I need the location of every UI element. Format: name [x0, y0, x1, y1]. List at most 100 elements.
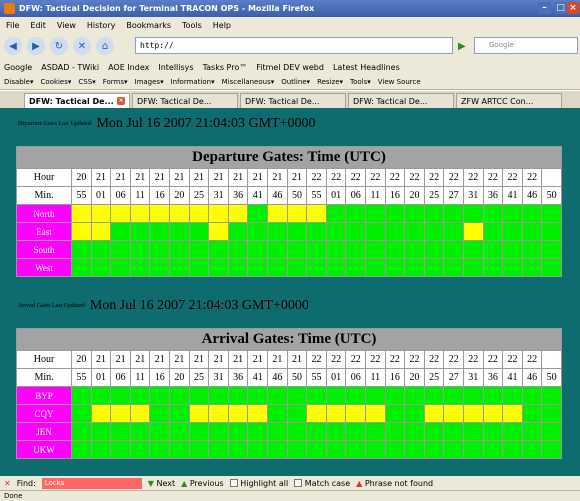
hour-cell: 21 — [267, 350, 288, 369]
menu-view[interactable]: View — [57, 21, 76, 30]
gate-status-open — [384, 204, 406, 223]
gate-status-restricted — [208, 404, 229, 423]
dev-information[interactable]: Information▾ — [171, 78, 215, 86]
minute-header: Min. — [15, 186, 73, 205]
bookmark-asdad[interactable]: ASDAD - TWiki — [41, 63, 99, 72]
gate-status-open — [71, 404, 92, 423]
gate-status-restricted — [129, 204, 151, 223]
find-input[interactable]: Locks — [41, 477, 142, 489]
dev-tools[interactable]: Tools▾ — [350, 78, 371, 86]
go-icon[interactable]: ▶ — [458, 41, 466, 52]
bookmark-fitmel[interactable]: Fitmel DEV webd — [256, 63, 324, 72]
hour-cell: 21 — [227, 168, 249, 187]
menu-edit[interactable]: Edit — [30, 21, 46, 30]
minute-cell: 36 — [227, 368, 249, 387]
home-button[interactable]: ⌂ — [96, 37, 114, 55]
tab-label: DFW: Tactical De... — [29, 96, 114, 106]
gate-status-open — [325, 240, 347, 259]
gate-status-open — [443, 222, 464, 241]
dev-disable[interactable]: Disable▾ — [4, 78, 33, 86]
highlight-all-button[interactable]: Highlight all — [229, 479, 288, 488]
url-field[interactable]: http:// — [135, 37, 453, 54]
bookmark-tasks-pro[interactable]: Tasks Pro™ — [203, 63, 248, 72]
gate-status-open — [325, 222, 347, 241]
gate-status-open — [482, 386, 504, 405]
gate-status-open — [129, 422, 151, 441]
find-previous-button[interactable]: ▲ Previous — [181, 479, 224, 488]
gate-status-open — [110, 258, 131, 277]
highlight-all-checkbox[interactable] — [229, 479, 238, 487]
gate-status-open — [365, 240, 386, 259]
gate-status-open — [188, 240, 210, 259]
hour-cell: 22 — [306, 168, 327, 187]
gate-status-open — [129, 258, 151, 277]
minute-cell: 11 — [365, 368, 386, 387]
minute-header: Min. — [15, 368, 73, 387]
minute-cell: 50 — [286, 186, 308, 205]
gate-status-restricted — [71, 204, 92, 223]
tab-2[interactable]: DFW: Tactical De... — [132, 93, 238, 108]
gate-status-open — [541, 404, 562, 423]
gate-status-open — [404, 258, 425, 277]
dev-cookies[interactable]: Cookies▾ — [40, 78, 71, 86]
maximize-button[interactable]: □ — [554, 2, 567, 14]
gate-status-open — [521, 404, 543, 423]
hour-cell: 22 — [502, 350, 523, 369]
gate-status-restricted — [267, 204, 288, 223]
gate-status-open — [404, 440, 425, 459]
dev-miscellaneous[interactable]: Miscellaneous▾ — [222, 78, 275, 86]
tab-3[interactable]: DFW: Tactical De... — [240, 93, 346, 108]
gate-status-open — [306, 240, 327, 259]
menu-tools[interactable]: Tools — [182, 21, 202, 30]
gate-status-open — [169, 222, 190, 241]
gate-status-open — [169, 386, 190, 405]
hour-cell: 21 — [149, 168, 171, 187]
menu-file[interactable]: File — [6, 21, 19, 30]
hour-cell: 22 — [521, 350, 543, 369]
reload-button[interactable]: ↻ — [50, 37, 68, 55]
close-button[interactable]: × — [567, 2, 579, 14]
gate-status-open — [365, 422, 386, 441]
gate-status-open — [71, 422, 92, 441]
minute-cell: 20 — [169, 368, 190, 387]
menu-bookmarks[interactable]: Bookmarks — [126, 21, 171, 30]
hour-cell: 21 — [169, 168, 190, 187]
stop-button[interactable]: ✕ — [73, 37, 91, 55]
forward-button[interactable]: ▶ — [27, 37, 45, 55]
minimize-button[interactable]: – — [538, 2, 551, 14]
dev-view-source[interactable]: View Source — [378, 78, 421, 86]
gate-status-open — [169, 240, 190, 259]
dev-resize[interactable]: Resize▾ — [317, 78, 343, 86]
dev-forms[interactable]: Forms▾ — [103, 78, 128, 86]
dev-outline[interactable]: Outline▾ — [281, 78, 310, 86]
hour-cell: 21 — [247, 350, 269, 369]
bookmark-intellisys[interactable]: Intellisys — [158, 63, 193, 72]
gate-status-open — [208, 258, 229, 277]
gate-status-open — [541, 422, 562, 441]
tab-1[interactable]: DFW: Tactical De... × — [24, 93, 130, 108]
search-input[interactable]: Google — [474, 37, 578, 54]
bookmark-aoe-index[interactable]: AOE Index — [108, 63, 149, 72]
tab-4[interactable]: DFW: Tactical De... — [348, 93, 454, 108]
bookmark-google[interactable]: Google — [4, 63, 32, 72]
bookmark-latest-headlines[interactable]: Latest Headlines — [333, 63, 400, 72]
match-case-checkbox[interactable] — [294, 479, 303, 487]
tab-5[interactable]: ZFW ARTCC Con... — [456, 93, 562, 108]
menu-help[interactable]: Help — [213, 21, 231, 30]
gate-status-open — [404, 422, 425, 441]
gate-status-open — [247, 422, 269, 441]
match-case-button[interactable]: Match case — [294, 479, 350, 488]
close-tab-icon[interactable]: × — [117, 97, 125, 105]
back-button[interactable]: ◀ — [4, 37, 22, 55]
gate-status-open — [521, 422, 543, 441]
close-find-icon[interactable]: ✕ — [4, 479, 11, 488]
menu-history[interactable]: History — [87, 21, 115, 30]
hour-header: Hour — [15, 168, 73, 187]
gate-status-open — [462, 386, 484, 405]
gate-status-restricted — [502, 404, 523, 423]
gate-status-open — [71, 240, 92, 259]
dev-css[interactable]: CSS▾ — [78, 78, 95, 86]
dev-images[interactable]: Images▾ — [135, 78, 164, 86]
find-next-button[interactable]: ▼ Next — [148, 479, 175, 488]
hour-cell: 22 — [306, 350, 327, 369]
